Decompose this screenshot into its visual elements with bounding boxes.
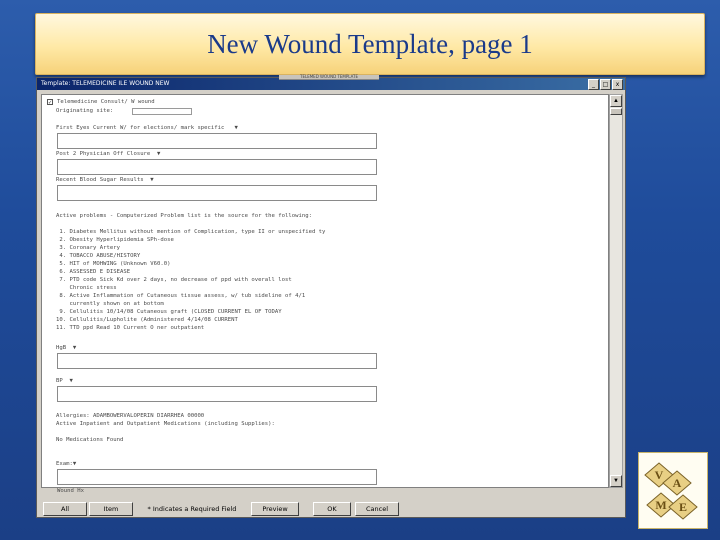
problem-list-item: 3. Coronary Artery [56, 245, 120, 251]
required-note: * Indicates a Required Field [135, 502, 249, 516]
problem-list-item: 10. Cellulitis/Lupholite (Administered 4… [56, 317, 238, 323]
template-form: ✓ Telemedicine Consult/ W wound Originat… [41, 94, 609, 488]
problems-heading: Active problems - Computerized Problem l… [56, 213, 312, 219]
problem-list-item: 4. TOBACCO ABUSE/HISTORY [56, 253, 141, 259]
vame-logo-icon: V A M E [639, 453, 707, 528]
close-button[interactable]: x [612, 79, 623, 90]
scroll-thumb[interactable] [610, 108, 622, 115]
template-window: Template: TELEMEDICINE ILE WOUND NEW TEL… [36, 75, 626, 518]
problem-list-item: 5. HIT of MOHWING (Unknown V60.0) [56, 261, 171, 267]
window-titlebar: Template: TELEMEDICINE ILE WOUND NEW TEL… [37, 75, 625, 90]
prompt-2-field[interactable] [57, 159, 377, 175]
all-button[interactable]: All [43, 502, 87, 516]
hgb-field[interactable] [57, 353, 377, 369]
telemedicine-checkbox[interactable]: ✓ [47, 99, 53, 106]
scroll-down-icon[interactable]: ▼ [610, 475, 622, 487]
logo-letter-v: V [655, 468, 664, 482]
problem-list-item: 6. ASSESSED E DISEASE [56, 269, 131, 275]
problem-list-item: 8. Active Inflammation of Cutaneous tiss… [56, 293, 306, 299]
tab-hint: TELEMED WOUND TEMPLATE [279, 75, 379, 80]
allergies-line: Allergies: ADAMBOWERVALOPERIN DIARRHEA 0… [56, 413, 205, 419]
hgb-label[interactable]: HgB ▼ [56, 345, 76, 351]
bp-field[interactable] [57, 386, 377, 402]
problem-list-item: currently shown on at bottom [56, 301, 164, 307]
no-medications: No Medications Found [56, 437, 124, 443]
problem-list-item: 7. PTD code Sick Kd over 2 days, no decr… [56, 277, 292, 283]
problem-list-item: 2. Obesity Hyperlipidemia SPh-dose [56, 237, 174, 243]
bp-label[interactable]: BP ▼ [56, 378, 73, 384]
vame-logo: V A M E [638, 452, 708, 529]
prompt-2[interactable]: Post 2 Physician Off Closure ▼ [56, 151, 160, 157]
scroll-up-icon[interactable]: ▲ [610, 95, 622, 107]
prompt-1-field[interactable] [57, 133, 377, 149]
slide-title-box: New Wound Template, page 1 [35, 13, 705, 75]
problem-list-item: Chronic stress [56, 285, 117, 291]
cancel-button[interactable]: Cancel [355, 502, 399, 516]
logo-letter-m: M [655, 498, 666, 512]
logo-letter-a: A [673, 476, 682, 490]
problem-list-item: 1. Diabetes Mellitus without mention of … [56, 229, 326, 235]
exam-field[interactable] [57, 469, 377, 485]
prompt-3[interactable]: Recent Blood Sugar Results ▼ [56, 177, 154, 183]
problem-list-item: 11. TTD ppd Read 10 Current O ner outpat… [56, 325, 205, 331]
window-title: Template: TELEMEDICINE ILE WOUND NEW [41, 80, 170, 87]
button-bar: All Item * Indicates a Required Field Pr… [37, 502, 625, 516]
ok-button[interactable]: OK [313, 502, 351, 516]
item-button[interactable]: Item [89, 502, 133, 516]
header-check-label: Telemedicine Consult/ W wound [57, 99, 155, 105]
minimize-button[interactable]: _ [588, 79, 599, 90]
preview-button[interactable]: Preview [251, 502, 299, 516]
vertical-scrollbar[interactable]: ▲ ▼ [609, 94, 623, 488]
maximize-button[interactable]: □ [600, 79, 611, 90]
slide-title: New Wound Template, page 1 [207, 28, 533, 59]
prompt-1[interactable]: First Eyes Current W/ for elections/ mar… [56, 125, 238, 131]
problem-list-item: 9. Cellulitis 10/14/08 Cutaneous graft (… [56, 309, 282, 315]
wound-hx-label: Wound Hx [57, 488, 84, 494]
origin-label: Originating site: [56, 108, 114, 114]
medications-line: Active Inpatient and Outpatient Medicati… [56, 421, 275, 427]
origin-field[interactable] [132, 108, 192, 115]
exam-label[interactable]: Exam:▼ [56, 461, 76, 467]
logo-letter-e: E [679, 500, 687, 514]
prompt-3-field[interactable] [57, 185, 377, 201]
